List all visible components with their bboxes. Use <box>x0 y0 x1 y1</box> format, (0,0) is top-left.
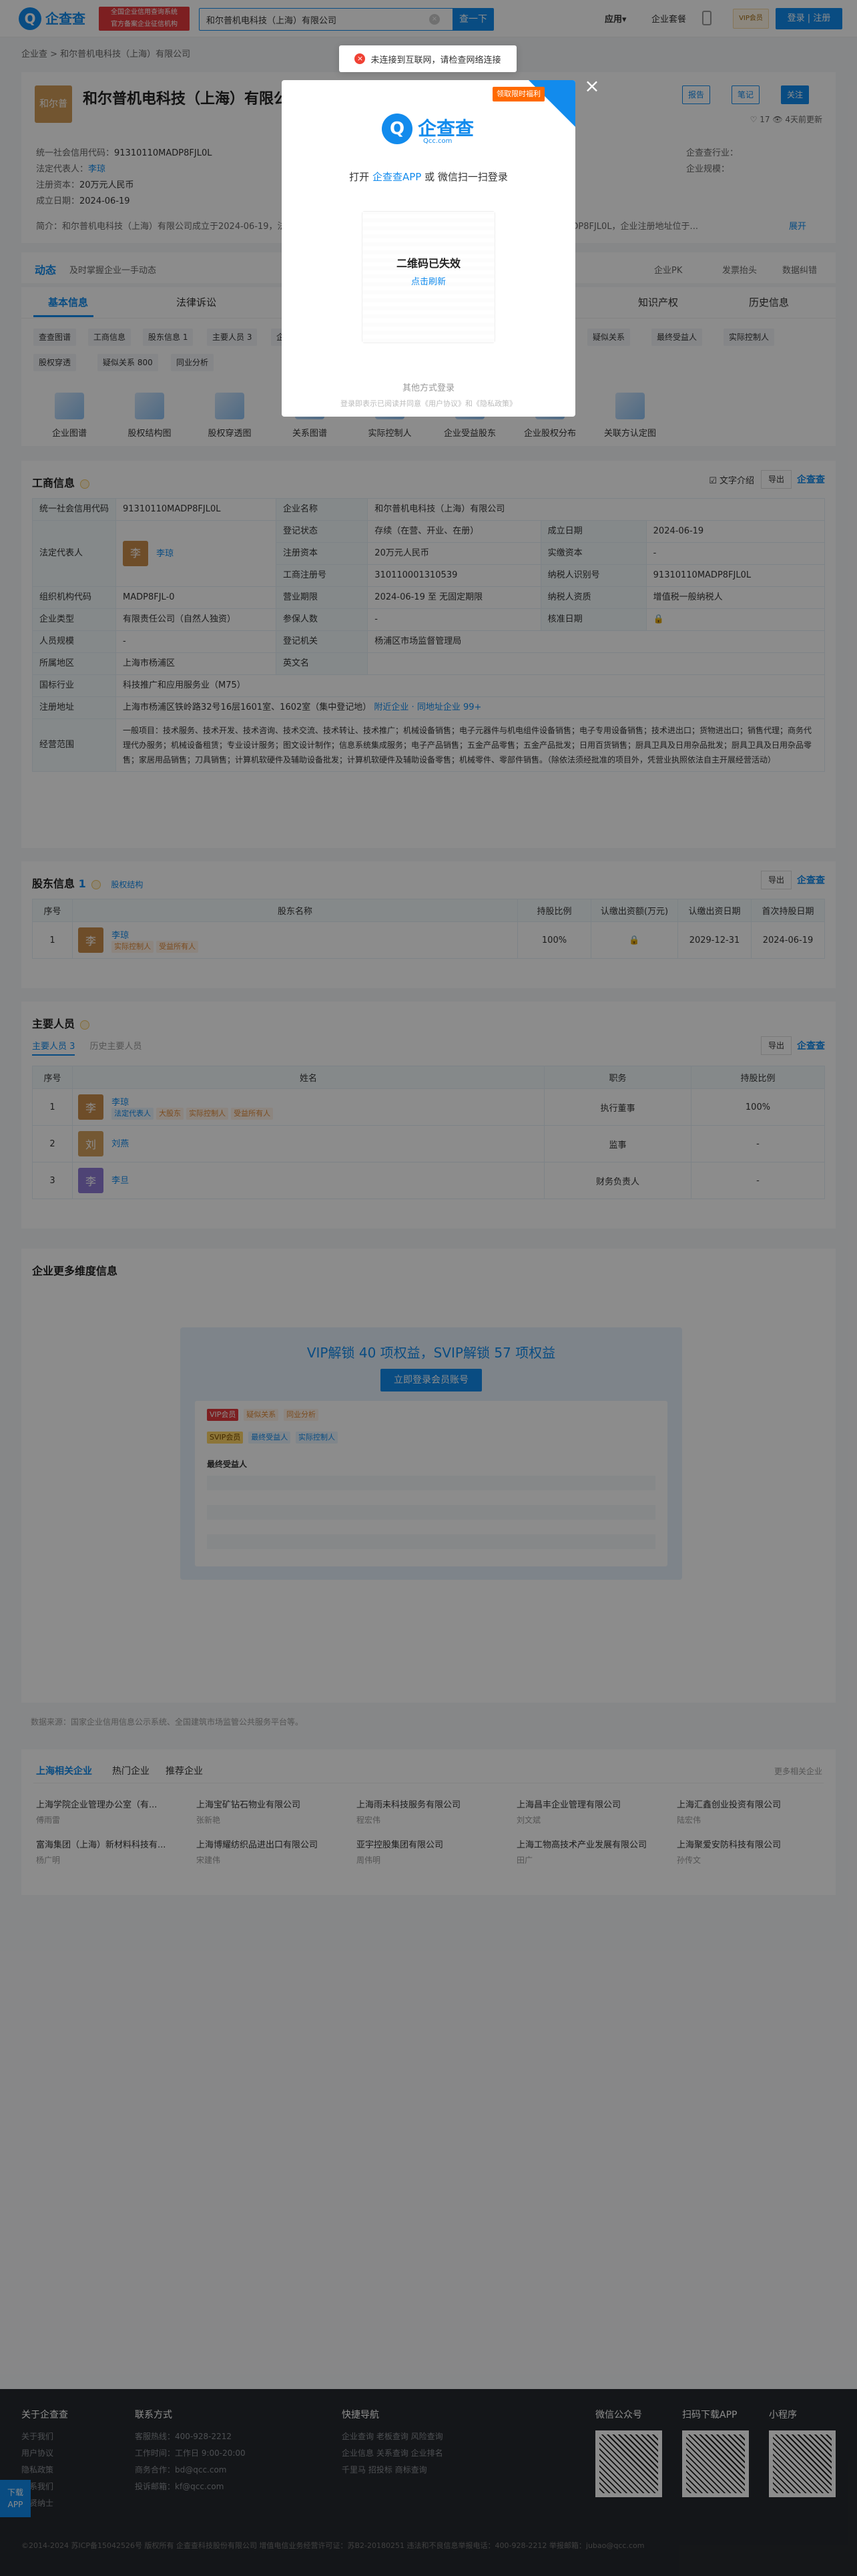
scan-prompt: 打开 企查查APP 或 微信扫一扫登录 <box>349 171 508 183</box>
toast-message: 未连接到互联网，请检查网络连接 <box>370 55 501 65</box>
login-qr-code: 二维码已失效 点击刷新 <box>362 211 495 343</box>
login-modal: 领取限时福利 Q 企查查 Qcc.com 打开 企查查APP 或 微信扫一扫登录… <box>282 80 575 417</box>
error-icon: × <box>354 53 366 64</box>
qr-refresh-link[interactable]: 点击刷新 <box>362 274 495 287</box>
close-icon[interactable]: × <box>582 76 602 96</box>
agreement-note: 登录即表示已阅读并同意《用户协议》和《隐私政策》 <box>340 399 517 408</box>
qr-expired-text: 二维码已失效 <box>396 257 461 270</box>
network-error-toast: × 未连接到互联网，请检查网络连接 <box>339 45 517 72</box>
promo-tag[interactable]: 领取限时福利 <box>493 87 545 101</box>
qcc-logo-icon: Q <box>382 114 412 144</box>
other-login-methods[interactable]: 其他方式登录 <box>282 381 575 393</box>
